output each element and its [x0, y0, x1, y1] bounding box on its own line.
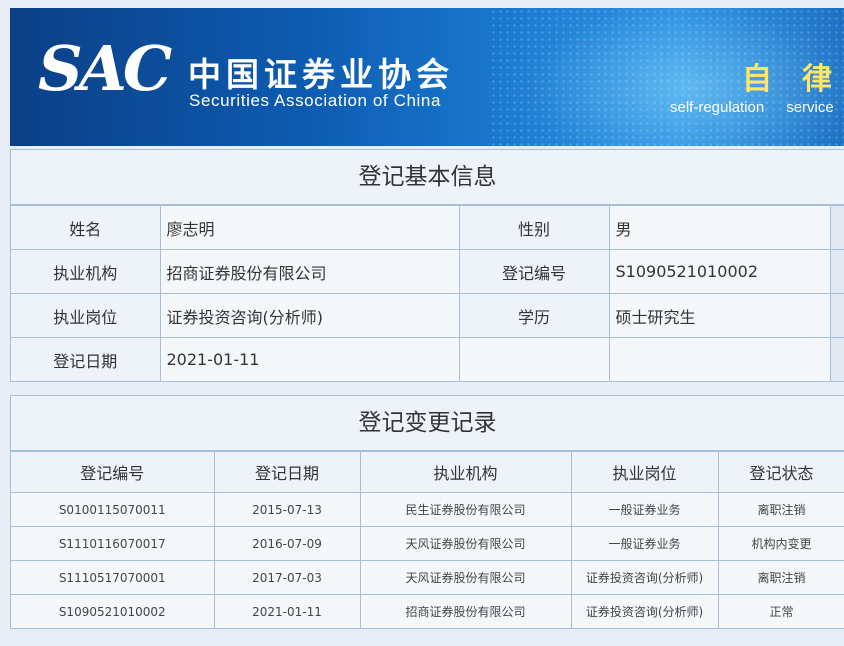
- cell-reg-no: S0100115070011: [11, 492, 215, 527]
- slogan-cn: 自律 服: [742, 62, 844, 97]
- label-institution: 执业机构: [11, 249, 161, 294]
- table-row: S1110517070001 2017-07-03 天风证券股份有限公司 证券投…: [11, 560, 844, 595]
- cell-status: 正常: [717, 594, 844, 628]
- value-name: 廖志明: [159, 205, 460, 250]
- change-records-title: 登记变更记录: [11, 396, 844, 451]
- column-header: 登记日期: [213, 451, 361, 493]
- cell-position: 一般证券业务: [570, 492, 719, 527]
- column-header: 执业岗位: [570, 451, 719, 493]
- cell-reg-date: 2016-07-09: [213, 526, 361, 561]
- value-reg-date: 2021-01-11: [159, 337, 460, 381]
- table-row: S0100115070011 2015-07-13 民生证券股份有限公司 一般证…: [11, 492, 844, 527]
- cell-position: 一般证券业务: [570, 526, 719, 561]
- table-edge-cell: [829, 249, 844, 294]
- cell-reg-no: S1110116070017: [11, 526, 215, 561]
- table-row: S1090521010002 2021-01-11 招商证券股份有限公司 证券投…: [11, 594, 844, 628]
- table-edge-cell: [829, 337, 844, 381]
- value-institution: 招商证券股份有限公司: [159, 249, 460, 294]
- label-gender: 性别: [458, 205, 610, 250]
- cell-status: 机构内变更: [717, 526, 844, 561]
- cell-reg-date: 2017-07-03: [213, 560, 361, 595]
- change-records-table: 登记编号 登记日期 执业机构 执业岗位 登记状态 S0100115070011 …: [11, 451, 844, 628]
- slogan-en-self-regulation: self-regulation: [670, 99, 765, 116]
- header-banner: SAC 中国证券业协会 Securities Association of Ch…: [10, 8, 844, 146]
- change-records-panel: 登记变更记录 登记编号 登记日期 执业机构 执业岗位 登记状态 S0100115…: [10, 395, 844, 629]
- slogan-en: self-regulation service: [670, 99, 834, 116]
- column-header: 执业机构: [359, 451, 572, 493]
- cell-position: 证券投资咨询(分析师): [570, 560, 719, 595]
- sac-logo: SAC: [38, 32, 172, 105]
- table-edge-cell: [829, 205, 844, 250]
- org-name-cn: 中国证券业协会: [188, 55, 454, 94]
- label-position: 执业岗位: [11, 293, 161, 338]
- empty-cell: [608, 337, 831, 381]
- basic-info-title: 登记基本信息: [11, 150, 844, 205]
- cell-position: 证券投资咨询(分析师): [570, 594, 719, 628]
- value-gender: 男: [608, 205, 831, 250]
- cell-institution: 民生证券股份有限公司: [359, 492, 572, 527]
- label-reg-date: 登记日期: [11, 337, 161, 381]
- table-edge-cell: [829, 293, 844, 338]
- label-name: 姓名: [11, 205, 161, 250]
- column-header: 登记状态: [717, 451, 844, 493]
- value-position: 证券投资咨询(分析师): [159, 293, 460, 338]
- cell-reg-no: S1110517070001: [11, 560, 215, 595]
- table-row: S1110116070017 2016-07-09 天风证券股份有限公司 一般证…: [11, 526, 844, 561]
- change-records-header-row: 登记编号 登记日期 执业机构 执业岗位 登记状态: [11, 451, 844, 493]
- basic-info-row: 登记日期 2021-01-11: [11, 337, 844, 381]
- cell-institution: 招商证券股份有限公司: [359, 594, 572, 628]
- basic-info-table: 姓名 廖志明 性别 男 执业机构 招商证券股份有限公司 登记编号 S109052…: [11, 205, 844, 381]
- slogan-en-service: service: [786, 99, 834, 116]
- column-header: 登记编号: [11, 451, 215, 493]
- cell-status: 离职注销: [717, 492, 844, 527]
- basic-info-row: 执业岗位 证券投资咨询(分析师) 学历 硕士研究生: [11, 293, 844, 338]
- label-education: 学历: [458, 293, 610, 338]
- org-name-en: Securities Association of China: [189, 91, 442, 110]
- cell-reg-no: S1090521010002: [11, 594, 215, 628]
- basic-info-row: 姓名 廖志明 性别 男: [11, 205, 844, 250]
- label-reg-no: 登记编号: [458, 249, 610, 294]
- basic-info-row: 执业机构 招商证券股份有限公司 登记编号 S1090521010002: [11, 249, 844, 294]
- cell-reg-date: 2015-07-13: [213, 492, 361, 527]
- cell-institution: 天风证券股份有限公司: [359, 560, 572, 595]
- value-reg-no: S1090521010002: [608, 249, 831, 294]
- cell-reg-date: 2021-01-11: [213, 594, 361, 628]
- cell-status: 离职注销: [717, 560, 844, 595]
- value-education: 硕士研究生: [608, 293, 831, 338]
- cell-institution: 天风证券股份有限公司: [359, 526, 572, 561]
- basic-info-panel: 登记基本信息 姓名 廖志明 性别 男 执业机构 招商证券股份有限公司 登记编号 …: [10, 149, 844, 382]
- empty-cell: [458, 337, 610, 381]
